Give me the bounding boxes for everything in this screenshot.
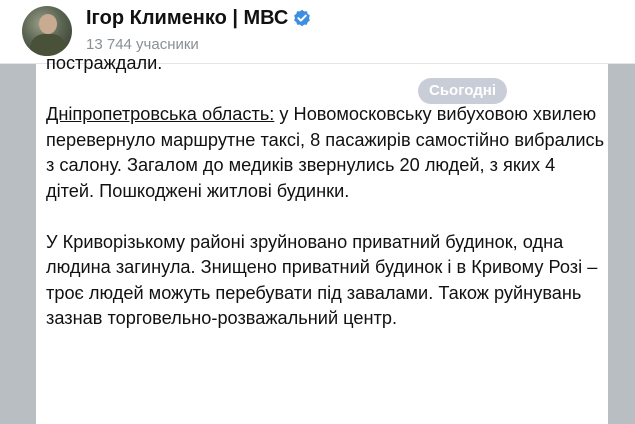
title-row: Ігор Клименко | МВС (86, 5, 311, 31)
date-badge: Сьогодні (418, 78, 507, 104)
message-paragraph-2: У Криворізькому районі зруйновано приват… (46, 231, 598, 329)
message-paragraph-1: Дніпропетровська область: у Новомосковсь… (46, 102, 606, 204)
message-text: постраждали. Дніпропетровська область: у… (46, 51, 606, 332)
message-bubble[interactable]: постраждали. Дніпропетровська область: у… (36, 53, 608, 424)
avatar-head (39, 14, 57, 34)
channel-title[interactable]: Ігор Клименко | МВС (86, 7, 288, 30)
avatar[interactable] (22, 6, 72, 56)
verified-badge-icon (293, 9, 311, 27)
message-line-cut: постраждали. (46, 53, 163, 73)
region-link[interactable]: Дніпропетровська область: (46, 104, 274, 124)
